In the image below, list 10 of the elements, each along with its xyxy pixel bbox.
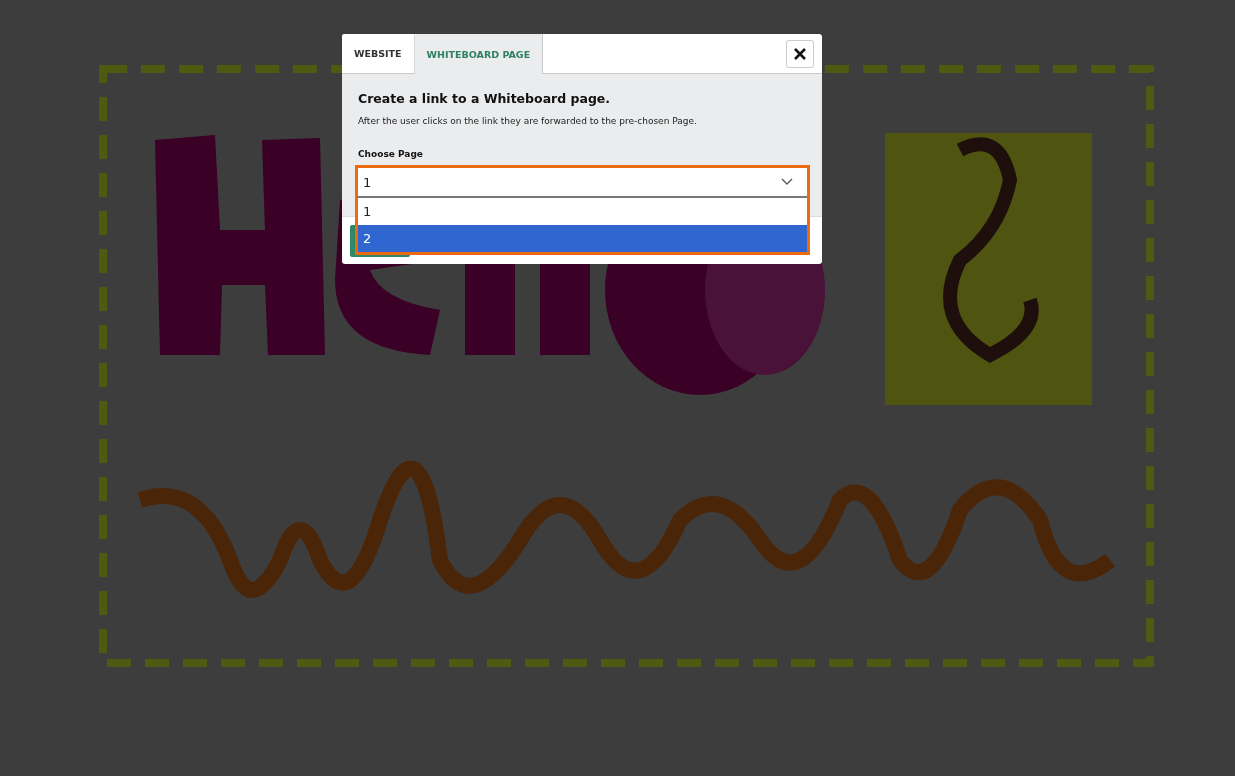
dropdown-option[interactable]: 1 bbox=[358, 198, 807, 225]
tab[interactable]: WHITEBOARD PAGE bbox=[414, 34, 544, 74]
close-icon bbox=[793, 46, 807, 61]
close-button[interactable] bbox=[786, 39, 814, 68]
tab[interactable]: WEBSITE bbox=[342, 34, 415, 73]
dialog-heading: Create a link to a Whiteboard page. bbox=[358, 91, 612, 106]
field-label: Choose Page bbox=[358, 149, 424, 159]
chevron-down-icon bbox=[781, 178, 793, 186]
dialog-description: After the user clicks on the link they are forwarded to the pre-chosen Page. bbox=[358, 116, 698, 126]
dropdown-option[interactable]: 2 bbox=[358, 225, 807, 252]
